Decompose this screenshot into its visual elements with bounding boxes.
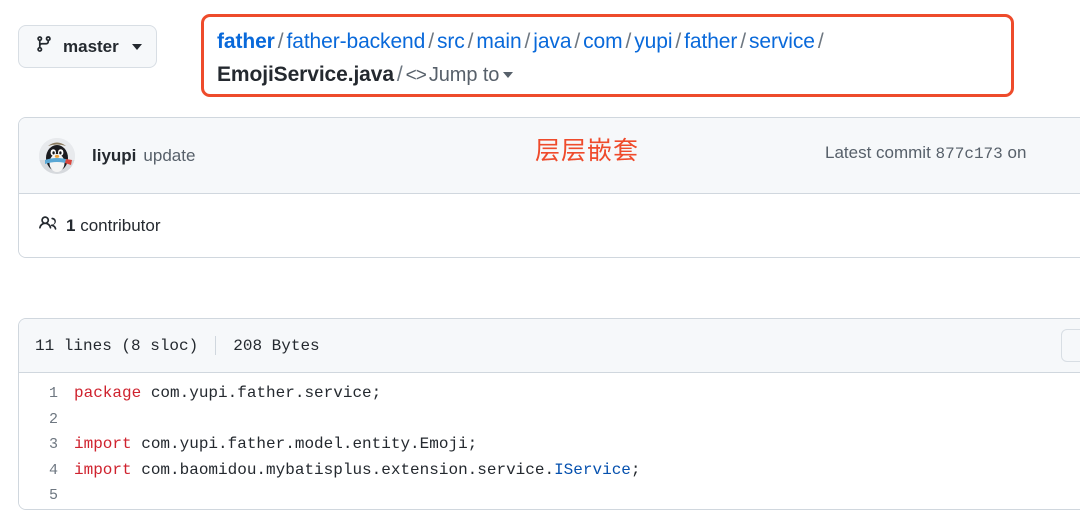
contributor-count-label: 1 contributor — [66, 216, 161, 236]
breadcrumb-highlight-box: father / father-backend / src / main / java / com /… — [201, 14, 1014, 97]
blob-header-bar: 11 lines (8 sloc) 208 Bytes Raw B — [19, 319, 1080, 373]
line-number: 4 — [48, 461, 58, 479]
contributors-row[interactable]: 1 contributor — [19, 194, 1080, 257]
breadcrumb-separator: / — [817, 30, 824, 53]
breadcrumb-file-name: EmojiService.java — [217, 63, 394, 86]
jump-to-button[interactable]: Jump to — [429, 64, 500, 86]
token-keyword: import — [74, 460, 132, 479]
line-number: 5 — [48, 487, 58, 504]
branch-name-label: master — [63, 36, 119, 56]
commit-message-link[interactable]: update — [143, 146, 195, 166]
repo-file-toolbar: master father / father-backend / src / main / ja… — [0, 0, 1080, 110]
breadcrumb: father / father-backend / src / main / java / com /… — [217, 25, 998, 58]
chevron-down-icon — [131, 43, 142, 50]
breadcrumb-separator: / — [524, 30, 531, 53]
code-line: 3 import com.yupi.father.model.entity.Em… — [19, 432, 1080, 458]
avatar[interactable] — [39, 137, 75, 174]
breadcrumb-segment-father-2[interactable]: father — [684, 30, 737, 53]
breadcrumb-separator: / — [625, 30, 632, 53]
breadcrumb-segment-src[interactable]: src — [437, 30, 465, 53]
blob-meta: 11 lines (8 sloc) 208 Bytes — [35, 336, 320, 355]
breadcrumb-segment-java[interactable]: java — [533, 30, 571, 53]
code-line: 2 — [19, 407, 1080, 433]
blob-size-label: 208 Bytes — [233, 336, 320, 355]
code-line: 1 package com.yupi.father.service; — [19, 381, 1080, 407]
breadcrumb-separator: / — [675, 30, 682, 53]
token-plain: com.yupi.father.model.entity.Emoji; — [131, 435, 478, 453]
breadcrumb-separator: / — [396, 63, 403, 86]
line-content[interactable]: import com.yupi.father.model.entity.Emoj… — [74, 432, 477, 458]
breadcrumb-segment-main[interactable]: main — [476, 30, 521, 53]
breadcrumb-separator: / — [740, 30, 747, 53]
token-plain: com.yupi.father.service; — [141, 384, 382, 402]
commit-info-card: liyupi update 层层嵌套 Latest commit 877c173… — [18, 117, 1080, 258]
branch-selector-button[interactable]: master — [18, 25, 157, 68]
line-number: 3 — [48, 436, 58, 453]
line-content[interactable]: import com.baomidou.mybatisplus.extensio… — [74, 458, 641, 484]
line-content[interactable]: package com.yupi.father.service; — [74, 381, 381, 407]
latest-commit-info: Latest commit 877c173 on — [825, 143, 1026, 163]
annotation-text: 层层嵌套 — [535, 136, 640, 165]
meta-divider — [215, 336, 217, 355]
blob-action-button-group: Raw B — [1061, 329, 1080, 362]
token-keyword: import — [74, 435, 132, 453]
commit-date-prefix: on — [1007, 143, 1027, 162]
raw-button[interactable]: Raw — [1061, 329, 1080, 362]
breadcrumb-segment-father[interactable]: father — [217, 30, 275, 53]
latest-commit-row: liyupi update 层层嵌套 Latest commit 877c173… — [19, 118, 1080, 194]
token-keyword: package — [74, 384, 142, 402]
breadcrumb-segment-father-backend[interactable]: father-backend — [287, 30, 426, 53]
code-content: 1 package com.yupi.father.service; 2 3 i… — [19, 373, 1080, 509]
breadcrumb-file-row: EmojiService.java / <> Jump to — [217, 58, 998, 92]
breadcrumb-separator: / — [277, 30, 284, 53]
breadcrumb-separator: / — [574, 30, 581, 53]
token-plain: ; — [630, 460, 641, 479]
breadcrumb-segment-yupi[interactable]: yupi — [634, 30, 672, 53]
breadcrumb-segment-service[interactable]: service — [749, 30, 815, 53]
breadcrumb-separator: / — [428, 30, 434, 53]
token-type: IService — [554, 460, 631, 479]
git-branch-icon — [35, 35, 53, 58]
latest-commit-label: Latest commit — [825, 143, 931, 162]
contributor-count: 1 — [66, 215, 76, 235]
token-plain: com.baomidou.mybatisplus.extension.servi… — [131, 460, 555, 479]
file-blob-card: 11 lines (8 sloc) 208 Bytes Raw B 1 pack… — [18, 318, 1080, 510]
code-line: 5 — [19, 483, 1080, 509]
people-icon — [39, 214, 57, 237]
contributor-word: contributor — [80, 215, 161, 235]
commit-author-link[interactable]: liyupi — [92, 146, 136, 166]
chevron-down-icon — [503, 72, 514, 78]
code-line: 4 import com.baomidou.mybatisplus.extens… — [19, 458, 1080, 484]
breadcrumb-segment-com[interactable]: com — [583, 30, 622, 53]
blob-lines-label: 11 lines (8 sloc) — [35, 336, 199, 355]
line-number: 2 — [48, 410, 58, 428]
breadcrumb-separator: / — [467, 30, 474, 53]
line-number: 1 — [48, 385, 58, 402]
code-brackets-icon: <> — [405, 65, 427, 86]
commit-sha[interactable]: 877c173 — [936, 145, 1003, 163]
